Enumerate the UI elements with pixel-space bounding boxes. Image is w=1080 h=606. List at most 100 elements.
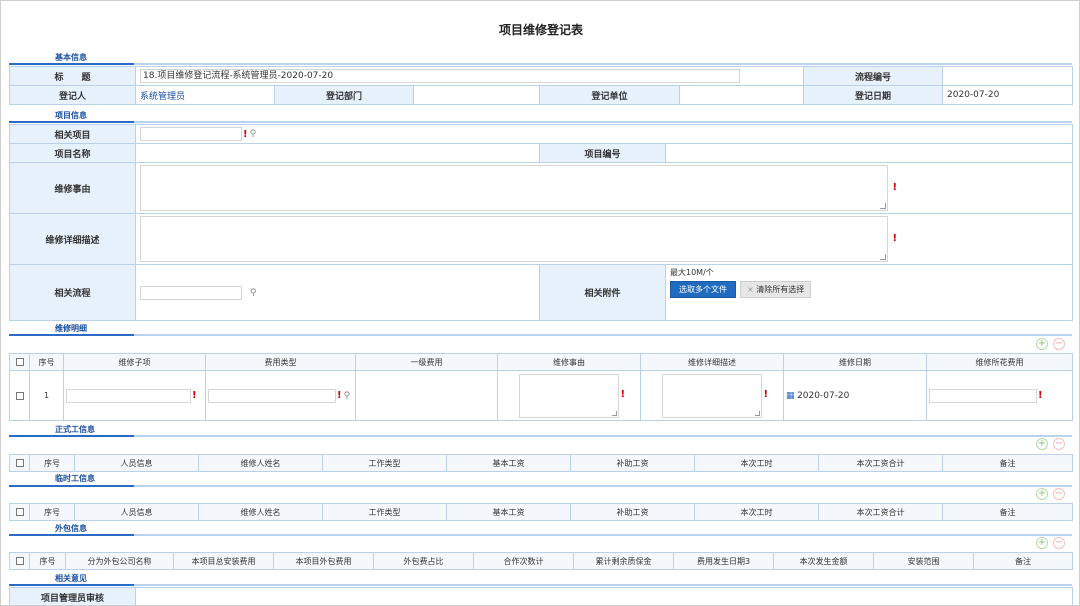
registrant-label: 登记人	[9, 85, 136, 105]
col-header: 本次工资合计	[818, 454, 943, 472]
repair-reason-cell: !	[135, 162, 1073, 214]
col-header: 本项目总安装费用	[173, 552, 274, 570]
repair-reason-textarea[interactable]: !	[519, 373, 625, 418]
repair-desc-cell: !	[640, 370, 784, 421]
section-basic-divider	[9, 63, 1072, 65]
pm-review-label: 项目管理员审核	[9, 587, 136, 605]
row-checkbox-cell	[9, 370, 30, 421]
col-header: 累计剩余质保金	[573, 552, 674, 570]
section-opinion-label: 相关意见	[55, 574, 87, 583]
section-project-divider	[9, 121, 1072, 123]
repair-desc-cell: !	[135, 213, 1073, 265]
registrant-value: 系统管理员	[135, 85, 275, 105]
col-header: 备注	[942, 454, 1073, 472]
remove-row-icon[interactable]: −	[1053, 338, 1065, 350]
section-basic-label: 基本信息	[55, 53, 87, 62]
add-row-icon[interactable]: +	[1036, 488, 1048, 500]
required-icon: !	[892, 182, 897, 193]
basic-info-table: 标 题 18.项目维修登记流程-系统管理员-2020-07-20 流程编号 登记…	[9, 66, 1074, 105]
col-header: 费用发生日期3	[673, 552, 774, 570]
resize-handle-icon[interactable]	[612, 410, 617, 416]
search-icon[interactable]: ⚲	[250, 129, 257, 139]
section-temp-divider	[9, 485, 1072, 487]
title-label: 标 题	[9, 66, 136, 86]
col-header: 工作类型	[322, 503, 447, 521]
clear-selection-label: 清除所有选择	[756, 285, 805, 294]
level1-cost-cell	[355, 370, 498, 421]
remove-row-icon[interactable]: −	[1053, 488, 1065, 500]
repair-subitem-input[interactable]	[66, 388, 191, 403]
title-input[interactable]: 18.项目维修登记流程-系统管理员-2020-07-20	[140, 69, 740, 83]
select-all-checkbox-cell	[9, 552, 30, 570]
related-project-input[interactable]	[140, 127, 242, 141]
col-header: 费用类型	[205, 353, 356, 371]
date-label: 登记日期	[803, 85, 944, 105]
select-all-checkbox[interactable]	[15, 557, 24, 565]
repair-cost-input[interactable]	[929, 388, 1037, 403]
section-repair-divider	[9, 334, 1072, 336]
select-all-checkbox[interactable]	[15, 459, 24, 467]
remove-row-icon[interactable]: −	[1053, 537, 1065, 549]
repair-reason-textarea[interactable]: !	[140, 165, 897, 211]
col-header: 维修所花费用	[926, 353, 1073, 371]
remove-row-icon[interactable]: −	[1053, 438, 1065, 450]
project-no-value	[665, 143, 1073, 163]
select-all-checkbox-cell	[9, 454, 30, 472]
row-index: 1	[29, 370, 64, 421]
project-name-label: 项目名称	[9, 143, 136, 163]
col-header: 安装范围	[873, 552, 974, 570]
required-icon: !	[763, 388, 768, 400]
col-header: 维修详细描述	[640, 353, 784, 371]
related-project-cell: ! ⚲	[135, 124, 1073, 144]
col-header: 序号	[29, 503, 75, 521]
opinion-table: 项目管理员审核	[9, 587, 1073, 605]
search-icon[interactable]: ⚲	[344, 391, 351, 401]
col-header: 本次工时	[694, 503, 819, 521]
repair-desc-textarea[interactable]: !	[140, 216, 897, 262]
related-flow-cell: ⚲	[135, 264, 540, 321]
col-header: 补助工资	[570, 454, 695, 472]
col-header: 序号	[29, 552, 66, 570]
col-header: 维修事由	[497, 353, 641, 371]
unit-label: 登记单位	[539, 85, 680, 105]
add-row-icon[interactable]: +	[1036, 338, 1048, 350]
required-icon: !	[337, 390, 342, 401]
calendar-icon[interactable]: ▦	[786, 391, 795, 401]
pm-review-value[interactable]	[135, 587, 1073, 605]
cost-type-input[interactable]	[208, 388, 336, 403]
resize-handle-icon[interactable]	[880, 203, 886, 209]
col-header: 序号	[29, 454, 75, 472]
select-all-checkbox[interactable]	[15, 358, 24, 366]
required-icon: !	[243, 128, 248, 140]
add-row-icon[interactable]: +	[1036, 537, 1048, 549]
required-icon: !	[1038, 390, 1043, 401]
col-header: 本次发生金额	[773, 552, 874, 570]
clear-selection-button[interactable]: × 清除所有选择	[740, 281, 812, 298]
add-row-icon[interactable]: +	[1036, 438, 1048, 450]
repair-reason-cell: !	[497, 370, 641, 421]
repair-desc-textarea[interactable]: !	[662, 373, 768, 418]
col-header: 序号	[29, 353, 64, 371]
section-repair-label: 维修明细	[55, 324, 87, 333]
col-header: 外包费占比	[373, 552, 474, 570]
date-value: 2020-07-20	[942, 85, 1074, 105]
dept-value	[413, 85, 540, 105]
select-all-checkbox[interactable]	[15, 508, 24, 516]
resize-handle-icon[interactable]	[755, 410, 760, 416]
related-flow-input[interactable]	[140, 285, 242, 300]
col-header: 合作次数计	[473, 552, 574, 570]
required-icon: !	[620, 388, 625, 400]
col-header: 基本工资	[446, 503, 571, 521]
flow-no-value	[942, 66, 1074, 86]
select-files-button[interactable]: 选取多个文件	[670, 281, 736, 298]
resize-handle-icon[interactable]	[880, 254, 886, 260]
cost-type-cell: ! ⚲	[205, 370, 356, 421]
repair-date-value[interactable]: 2020-07-20	[797, 391, 849, 401]
col-header: 分为外包公司名称	[65, 552, 174, 570]
repair-desc-label: 维修详细描述	[9, 213, 136, 265]
title-field-cell: 18.项目维修登记流程-系统管理员-2020-07-20	[134, 66, 805, 86]
row-checkbox[interactable]	[15, 391, 24, 400]
search-icon[interactable]: ⚲	[250, 288, 257, 298]
repair-cost-cell: !	[926, 370, 1073, 421]
col-header: 本次工资合计	[818, 503, 943, 521]
